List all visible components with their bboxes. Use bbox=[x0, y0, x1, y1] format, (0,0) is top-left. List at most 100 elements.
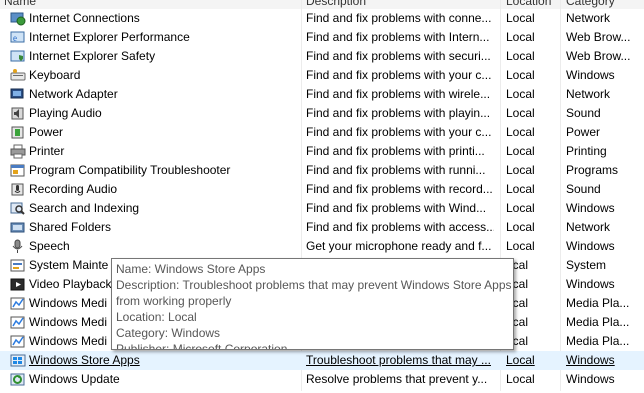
tooltip-name: Name: Windows Store Apps bbox=[116, 262, 266, 276]
shared-folder-icon bbox=[10, 220, 26, 235]
list-item[interactable]: Power Find and fix problems with your c..… bbox=[0, 123, 644, 142]
printer-icon bbox=[10, 144, 26, 159]
item-category: Web Brow... bbox=[566, 49, 631, 63]
list-item[interactable]: e Internet Explorer Performance Find and f… bbox=[0, 28, 644, 47]
column-header-category[interactable]: Category bbox=[562, 0, 615, 9]
item-location: ocal bbox=[506, 277, 529, 291]
item-category: System bbox=[566, 258, 607, 272]
item-name: Program Compatibility Troubleshooter bbox=[29, 163, 231, 177]
item-location: Local bbox=[506, 49, 535, 63]
item-category: Web Brow... bbox=[566, 30, 631, 44]
item-category: Network bbox=[566, 11, 611, 25]
item-location: Local bbox=[506, 163, 535, 177]
item-description: Find and fix problems with record... bbox=[306, 182, 493, 196]
item-name: Playing Audio bbox=[29, 106, 102, 120]
list-item[interactable]: Search and Indexing Find and fix problems… bbox=[0, 199, 644, 218]
item-name: Recording Audio bbox=[29, 182, 118, 196]
tooltip-publisher: Publisher: Microsoft Corporation bbox=[116, 342, 288, 350]
item-name: Internet Explorer Safety bbox=[29, 49, 156, 63]
item-description: Find and fix problems with your c... bbox=[306, 68, 492, 82]
item-category: Network bbox=[566, 220, 611, 234]
network-globe-icon bbox=[10, 11, 26, 26]
ie-performance-icon: e bbox=[10, 30, 26, 45]
item-name: Keyboard bbox=[29, 68, 81, 82]
item-name: Windows Store Apps bbox=[29, 353, 140, 367]
windows-store-icon bbox=[10, 353, 26, 368]
column-header-location[interactable]: Location bbox=[502, 0, 551, 9]
tooltip-description-cont: from working properly bbox=[116, 294, 232, 308]
speech-microphone-icon bbox=[10, 239, 26, 254]
system-maintenance-icon bbox=[10, 258, 26, 273]
item-category: Media Pla... bbox=[566, 334, 630, 348]
video-playback-icon bbox=[10, 277, 26, 292]
list-item[interactable]: Keyboard Find and fix problems with your … bbox=[0, 66, 644, 85]
item-description: Find and fix problems with securi... bbox=[306, 49, 491, 63]
item-name: Printer bbox=[29, 144, 65, 158]
list-item[interactable]: Windows Update Resolve problems that prev… bbox=[0, 370, 644, 389]
item-category: Media Pla... bbox=[566, 296, 630, 310]
item-tooltip: Name: Windows Store Apps Description: Tr… bbox=[111, 258, 514, 350]
list-item[interactable]: Internet Connections Find and fix problem… bbox=[0, 9, 644, 28]
item-description: Find and fix problems with runni... bbox=[306, 163, 486, 177]
list-item[interactable]: Program Compatibility Troubleshooter Find… bbox=[0, 161, 644, 180]
item-name: Power bbox=[29, 125, 64, 139]
tooltip-location: Location: Local bbox=[116, 310, 197, 324]
list-item[interactable]: Speech Get your microphone ready and f...… bbox=[0, 237, 644, 256]
item-location: Local bbox=[506, 87, 535, 101]
tooltip-category: Category: Windows bbox=[116, 326, 221, 340]
item-category: Windows bbox=[566, 277, 615, 291]
column-header: Name Description Location Category bbox=[0, 0, 644, 9]
item-category: Windows bbox=[566, 239, 615, 253]
list-item[interactable]: Printer Find and fix problems with printi… bbox=[0, 142, 644, 161]
item-description: Find and fix problems with conne... bbox=[306, 11, 492, 25]
item-name: Internet Explorer Performance bbox=[29, 30, 190, 44]
list-item[interactable]: Shared Folders Find and fix problems with… bbox=[0, 218, 644, 237]
search-icon bbox=[10, 201, 26, 216]
tooltip-description: Description: Troubleshoot problems that … bbox=[116, 278, 512, 292]
item-description: Find and fix problems with your c... bbox=[306, 125, 492, 139]
svg-text:e: e bbox=[13, 33, 17, 43]
microphone-icon bbox=[10, 182, 26, 197]
item-category: Printing bbox=[566, 144, 607, 158]
item-description: Find and fix problems with Wind... bbox=[306, 201, 487, 215]
item-location: ocal bbox=[506, 315, 529, 329]
item-description: Find and fix problems with wirele... bbox=[306, 87, 491, 101]
item-location: ocal bbox=[506, 334, 529, 348]
item-description: Find and fix problems with printi... bbox=[306, 144, 485, 158]
speaker-icon bbox=[10, 106, 26, 121]
list-item[interactable]: Playing Audio Find and fix problems with … bbox=[0, 104, 644, 123]
item-location: ocal bbox=[506, 258, 529, 272]
windows-update-icon bbox=[10, 372, 26, 387]
list-item[interactable]: Internet Explorer Safety Find and fix pro… bbox=[0, 47, 644, 66]
list-item[interactable]: Network Adapter Find and fix problems wit… bbox=[0, 85, 644, 104]
item-category: Windows bbox=[566, 372, 615, 386]
item-location: Local bbox=[506, 144, 535, 158]
list-item[interactable]: Recording Audio Find and fix problems wit… bbox=[0, 180, 644, 199]
item-description: Troubleshoot problems that may ... bbox=[306, 353, 491, 367]
item-location: Local bbox=[506, 372, 535, 386]
item-description: Get your microphone ready and f... bbox=[306, 239, 492, 253]
keyboard-icon bbox=[10, 68, 26, 83]
item-location: Local bbox=[506, 220, 535, 234]
item-description: Find and fix problems with playin... bbox=[306, 106, 491, 120]
column-header-name[interactable]: Name bbox=[0, 0, 36, 9]
item-name: Shared Folders bbox=[29, 220, 112, 234]
item-location: Local bbox=[506, 239, 535, 253]
item-name: Windows Update bbox=[29, 372, 120, 386]
network-adapter-icon bbox=[10, 87, 26, 102]
item-location: Local bbox=[506, 182, 535, 196]
item-description: Find and fix problems with Intern... bbox=[306, 30, 490, 44]
item-location: Local bbox=[506, 125, 535, 139]
item-location: Local bbox=[506, 353, 535, 367]
item-name: Network Adapter bbox=[29, 87, 118, 101]
item-category: Sound bbox=[566, 182, 601, 196]
item-location: Local bbox=[506, 68, 535, 82]
column-header-description[interactable]: Description bbox=[302, 0, 366, 9]
item-category: Network bbox=[566, 87, 611, 101]
list-item[interactable]: Windows Store Apps Troubleshoot problems … bbox=[0, 351, 644, 370]
item-category: Windows bbox=[566, 201, 615, 215]
item-category: Power bbox=[566, 125, 601, 139]
item-category: Windows bbox=[566, 68, 615, 82]
item-location: Local bbox=[506, 11, 535, 25]
item-location: ocal bbox=[506, 296, 529, 310]
